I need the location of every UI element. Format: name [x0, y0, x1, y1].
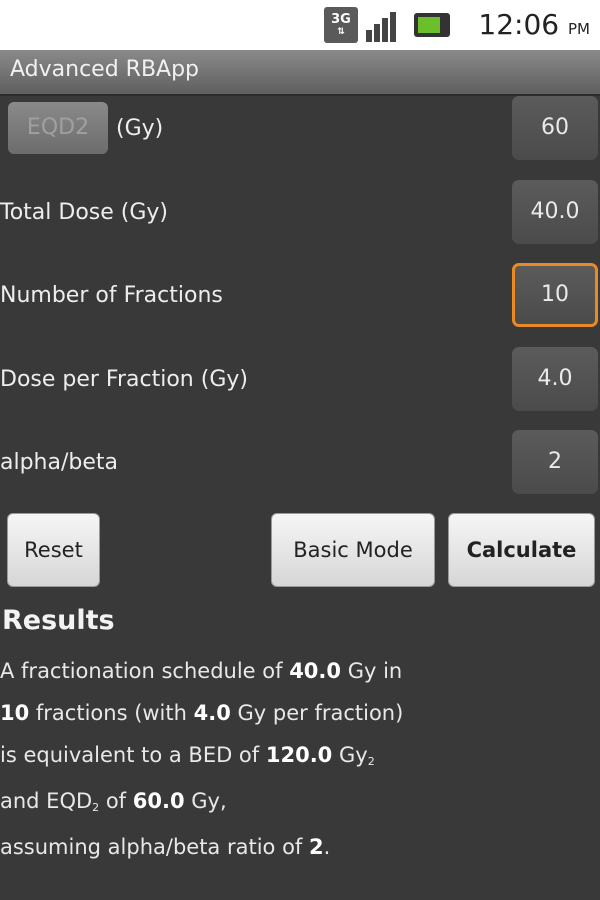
app-title: Advanced RBApp	[10, 57, 200, 82]
data-arrows-icon: ⇅	[337, 27, 345, 37]
results-line-4: and EQD2 of 60.0 Gy,	[0, 780, 590, 826]
result-dose-per-fraction: 4.0	[193, 701, 231, 725]
alpha-beta-row: alpha/beta 2	[0, 430, 600, 500]
result-bed: 120.0	[265, 743, 333, 767]
results-text-segment: fractions (with	[29, 701, 194, 725]
results-heading: Results	[2, 605, 115, 636]
calculate-button[interactable]: Calculate	[448, 513, 595, 587]
results-text-segment: Gy,	[184, 789, 227, 813]
signal-strength-icon	[366, 8, 396, 42]
status-icons: 3G ⇅	[324, 6, 450, 44]
bed-subscript: 2	[367, 755, 375, 768]
results-text-segment: .	[323, 835, 331, 859]
results-line-2: 10 fractions (with 4.0 Gy per fraction)	[0, 692, 590, 734]
dose-per-fraction-label: Dose per Fraction (Gy)	[0, 367, 248, 392]
alpha-beta-label: alpha/beta	[0, 450, 119, 475]
results-line-5: assuming alpha/beta ratio of 2.	[0, 826, 590, 868]
eqd-subscript: 2	[92, 801, 100, 814]
reset-button[interactable]: Reset	[7, 513, 100, 587]
results-text-segment: Gy per fraction)	[230, 701, 404, 725]
eqd2-unit-label: (Gy)	[116, 116, 164, 141]
results-text-segment: and EQD	[0, 789, 93, 813]
result-total-dose: 40.0	[289, 659, 342, 683]
eqd2-input[interactable]: 60	[512, 96, 598, 160]
results-text-segment: A fractionation schedule of	[0, 659, 290, 683]
status-bar: 3G ⇅ 12:06 PM	[0, 0, 600, 50]
app-screen: 3G ⇅ 12:06 PM Advanced RBApp EQD2 (Gy) 6…	[0, 0, 600, 900]
basic-mode-button[interactable]: Basic Mode	[271, 513, 435, 587]
results-text-segment: is equivalent to a BED of	[0, 743, 266, 767]
network-label: 3G	[331, 12, 351, 27]
results-line-3: is equivalent to a BED of 120.0 Gy2	[0, 734, 590, 780]
dose-per-fraction-input[interactable]: 4.0	[512, 347, 598, 411]
clock-ampm: PM	[568, 20, 590, 38]
dose-per-fraction-row: Dose per Fraction (Gy) 4.0	[0, 347, 600, 417]
result-eqd2: 60.0	[132, 789, 185, 813]
battery-icon	[414, 13, 450, 37]
alpha-beta-input[interactable]: 2	[512, 430, 598, 494]
clock: 12:06 PM	[478, 8, 590, 41]
results-text-segment: assuming alpha/beta ratio of	[0, 835, 309, 859]
fractions-row: Number of Fractions 10	[0, 263, 600, 333]
results-text-segment: of	[99, 789, 133, 813]
results-text: A fractionation schedule of 40.0 Gy in 1…	[0, 650, 590, 868]
clock-time: 12:06	[478, 8, 560, 41]
result-fractions: 10	[0, 701, 30, 725]
eqd2-row: EQD2 (Gy) 60	[0, 96, 600, 166]
eqd2-spinner[interactable]: EQD2	[8, 102, 108, 154]
results-line-1: A fractionation schedule of 40.0 Gy in	[0, 650, 590, 692]
result-alpha-beta: 2	[309, 835, 324, 859]
fractions-label: Number of Fractions	[0, 283, 223, 308]
results-text-segment: Gy	[332, 743, 368, 767]
total-dose-label: Total Dose (Gy)	[0, 200, 168, 225]
network-3g-icon: 3G ⇅	[324, 7, 358, 43]
total-dose-input[interactable]: 40.0	[512, 180, 598, 244]
results-text-segment: Gy in	[341, 659, 403, 683]
fractions-input[interactable]: 10	[512, 263, 598, 327]
app-title-bar: Advanced RBApp	[0, 50, 600, 96]
total-dose-row: Total Dose (Gy) 40.0	[0, 180, 600, 250]
